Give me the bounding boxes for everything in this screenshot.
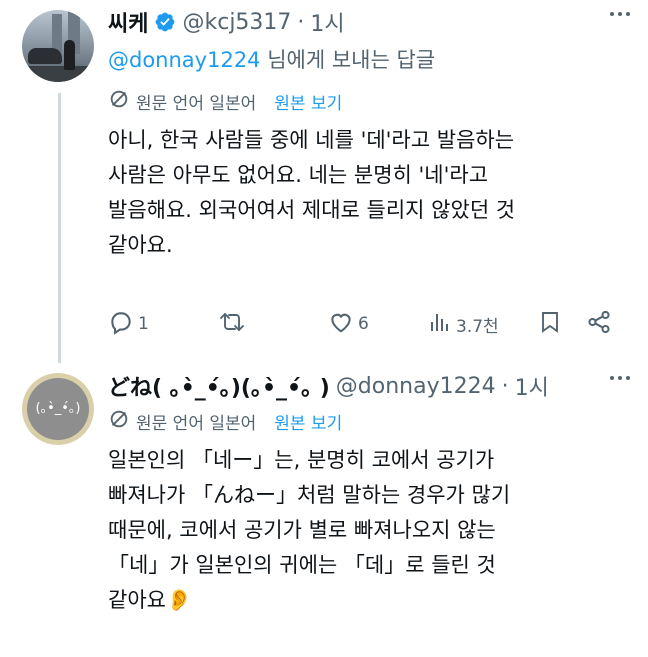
retweet-button[interactable]: [218, 309, 250, 340]
reply-post: 씨케 @kcj5317 · 1시 @donnay1224 님에게 보내는 답글 …: [108, 4, 630, 263]
separator-dot: ·: [501, 373, 509, 399]
avatar[interactable]: (｡•̀_•́｡): [22, 373, 94, 445]
translation-notice: 원문 언어 일본어 원본 보기: [108, 88, 630, 115]
avatar-person: [64, 40, 75, 70]
views-icon: [428, 310, 452, 339]
bookmark-button[interactable]: [538, 309, 562, 340]
like-count: 6: [358, 314, 369, 334]
show-original-link[interactable]: 원본 보기: [274, 89, 342, 114]
thread-line: [58, 93, 61, 363]
action-bar: 1 6 3.7천: [108, 308, 630, 340]
quoted-post: どね( ｡•̀_•́｡)(｡•̀_•́｡ ) @donnay1224 · 1시 …: [108, 368, 630, 618]
reply-button[interactable]: 1: [108, 309, 149, 340]
view-count: 3.7천: [456, 316, 499, 337]
post-text: 일본인의 「네ー」는, 분명히 코에서 공기가 빠져나가 「んねー」처럼 말하는…: [108, 448, 511, 612]
replying-to: @donnay1224 님에게 보내는 답글: [108, 44, 630, 74]
like-button[interactable]: 6: [328, 309, 369, 340]
share-icon: [586, 309, 612, 340]
like-icon: [328, 309, 354, 340]
more-icon[interactable]: [610, 376, 630, 380]
avatar-ground: [22, 66, 94, 82]
translation-notice: 원문 언어 일본어 원본 보기: [108, 408, 630, 435]
post-header: どね( ｡•̀_•́｡)(｡•̀_•́｡ ) @donnay1224 · 1시: [108, 368, 630, 404]
timestamp[interactable]: 1시: [515, 370, 549, 402]
reply-suffix: 님에게 보내는 답글: [260, 48, 436, 72]
handle[interactable]: @kcj5317: [182, 10, 291, 35]
translate-label: 원문 언어 일본어: [136, 94, 257, 114]
show-original-link[interactable]: 원본 보기: [274, 409, 342, 434]
post-text: 아니, 한국 사람들 중에 네를 '데'라고 발음하는 사람은 아무도 없어요.…: [108, 128, 516, 257]
display-name[interactable]: どね( ｡•̀_•́｡)(｡•̀_•́｡ ): [108, 370, 330, 402]
timestamp[interactable]: 1시: [310, 6, 344, 38]
handle[interactable]: @donnay1224: [336, 374, 496, 399]
bookmark-icon: [538, 309, 562, 340]
verified-badge-icon: [154, 11, 176, 33]
share-button[interactable]: [586, 309, 612, 340]
avatar-car: [28, 48, 62, 64]
translate-icon: [108, 88, 130, 115]
avatar[interactable]: [22, 10, 94, 82]
translate-label: 원문 언어 일본어: [136, 414, 257, 434]
reply-count: 1: [138, 314, 149, 334]
avatar-face: (｡•̀_•́｡): [27, 378, 89, 440]
translate-icon: [108, 408, 130, 435]
reply-mention-link[interactable]: @donnay1224: [108, 48, 261, 72]
retweet-icon: [218, 309, 246, 340]
separator-dot: ·: [297, 9, 305, 35]
more-icon[interactable]: [610, 12, 630, 16]
post-header: 씨케 @kcj5317 · 1시: [108, 4, 630, 40]
reply-icon: [108, 309, 134, 340]
display-name[interactable]: 씨케: [108, 6, 148, 38]
views-button[interactable]: 3.7천: [428, 310, 499, 339]
